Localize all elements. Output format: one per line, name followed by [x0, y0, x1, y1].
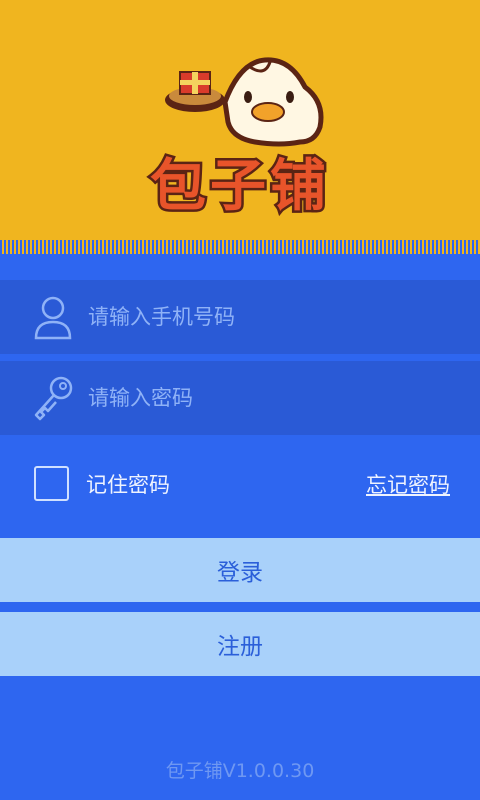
version-label: 包子铺V1.0.0.30 — [165, 760, 315, 782]
password-field-row[interactable] — [0, 361, 480, 435]
app-logo-text: 包子铺 — [148, 151, 330, 221]
login-button[interactable]: 登录 — [0, 538, 480, 602]
register-button[interactable]: 注册 — [0, 612, 480, 676]
header-fringe — [0, 240, 480, 254]
remember-checkbox[interactable] — [34, 466, 69, 501]
forgot-password-link[interactable]: 忘记密码 — [366, 469, 450, 499]
phone-input[interactable] — [86, 304, 450, 330]
phone-field-row[interactable] — [0, 280, 480, 354]
password-input[interactable] — [86, 385, 450, 411]
remember-row: 记住密码 忘记密码 — [0, 455, 480, 515]
remember-label[interactable]: 记住密码 — [86, 469, 170, 499]
key-icon — [32, 375, 74, 421]
user-icon — [32, 294, 74, 340]
